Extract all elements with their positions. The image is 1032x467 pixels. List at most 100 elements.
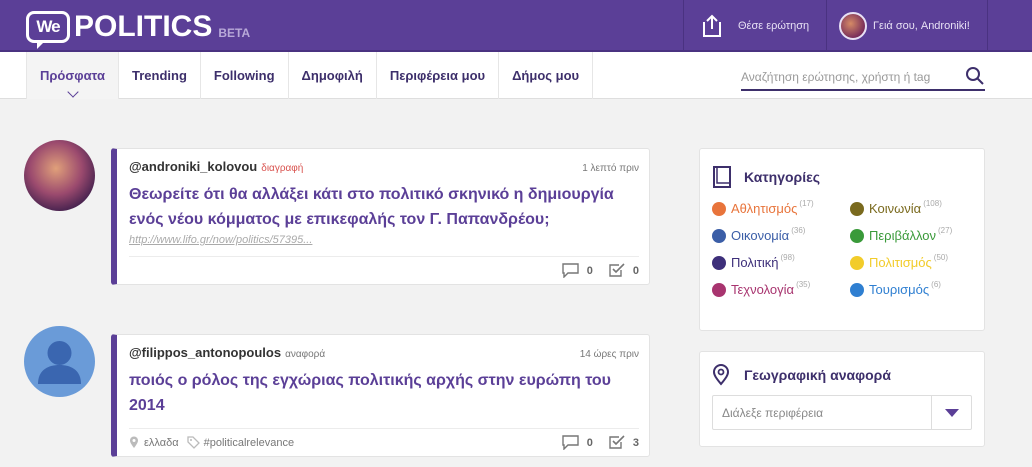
ask-question-button[interactable]: Θέσε ερώτηση	[683, 0, 826, 52]
post-time: 1 λεπτό πριν	[582, 163, 639, 174]
hashtag-label: #politicalrelevance	[203, 436, 295, 449]
tab-label: Δήμος μου	[512, 68, 580, 83]
post-header: @androniki_kolovou διαγραφή 1 λεπτό πριν	[117, 149, 649, 174]
document-icon	[713, 166, 731, 188]
category-dot	[712, 282, 726, 297]
tab-label: Following	[213, 68, 275, 83]
tab-label: Πρόσφατα	[40, 68, 105, 83]
category-technology[interactable]: Τεχνολογία (35)	[712, 280, 850, 297]
tab-following[interactable]: Following	[201, 52, 289, 99]
category-label: Τουρισμός	[869, 282, 930, 297]
post-footer: ελλαδα #politicalrelevance 0 3	[129, 428, 639, 456]
chevron-down-icon	[66, 86, 79, 98]
comment-icon	[562, 435, 579, 450]
author-avatar[interactable]	[24, 140, 95, 211]
location-pin-icon	[130, 436, 138, 448]
category-count: (17)	[799, 199, 814, 208]
site-logo[interactable]: We POLITICS BETA	[26, 8, 251, 49]
votes-stat[interactable]: 0	[609, 263, 639, 278]
upload-icon	[703, 14, 721, 37]
votes-stat[interactable]: 3	[609, 435, 639, 450]
logo-text: POLITICS	[74, 10, 213, 43]
post-footer: 0 0	[129, 256, 639, 284]
category-label: Κοινωνία	[869, 201, 922, 216]
geo-title: Γεωγραφική αναφορά	[744, 367, 891, 383]
category-count: (27)	[938, 226, 953, 235]
comments-stat[interactable]: 0	[562, 435, 593, 450]
categories-header: Κατηγορίες	[700, 149, 984, 193]
top-bar: We POLITICS BETA Θέσε ερώτηση Γειά σου, …	[0, 0, 1032, 52]
category-label: Πολιτική	[731, 255, 779, 270]
category-label: Τεχνολογία	[731, 282, 795, 297]
post-card: @filippos_antonopoulos αναφορά 14 ώρες π…	[111, 334, 650, 457]
category-dot	[850, 201, 864, 216]
geo-header: Γεωγραφική αναφορά	[700, 352, 984, 388]
post-link[interactable]: http://www.lifo.gr/now/politics/57395...	[117, 232, 649, 246]
feed-tabs: Πρόσφατα Trending Following Δημοφιλή Περ…	[26, 52, 594, 99]
category-count: (98)	[780, 253, 795, 262]
caret-down-icon	[944, 408, 959, 417]
logo-we: We	[36, 17, 60, 36]
category-economy[interactable]: Οικονομία (36)	[712, 226, 850, 243]
greeting-label: Γειά σου, Androniki!	[873, 20, 970, 32]
location-pin-icon	[712, 364, 730, 386]
search-icon[interactable]	[965, 66, 985, 86]
category-dot	[712, 255, 726, 270]
post-author[interactable]: @filippos_antonopoulos	[129, 345, 281, 360]
category-culture[interactable]: Πολιτισμός (50)	[850, 253, 980, 270]
user-menu[interactable]: Γειά σου, Androniki!	[826, 0, 988, 52]
category-politics[interactable]: Πολιτική (98)	[712, 253, 850, 270]
post-title[interactable]: ποιός ο ρόλος της εγχώριας πολιτικής αρχ…	[117, 360, 649, 418]
location-label: ελλαδα	[144, 436, 179, 449]
category-label: Περιβάλλον	[869, 228, 936, 243]
category-society[interactable]: Κοινωνία (108)	[850, 199, 980, 216]
category-dot	[712, 228, 726, 243]
region-select[interactable]: Διάλεξε περιφέρεια	[712, 395, 972, 430]
post-stats: 0 0	[546, 263, 639, 278]
search-input[interactable]	[741, 65, 955, 89]
default-user-icon	[38, 341, 81, 384]
checkbox-icon	[609, 263, 625, 277]
post-location[interactable]: ελλαδα	[129, 436, 179, 449]
category-count: (50)	[933, 253, 949, 262]
post-hashtag[interactable]: #politicalrelevance	[186, 436, 295, 449]
dropdown-arrow[interactable]	[931, 396, 971, 429]
comments-stat[interactable]: 0	[562, 263, 593, 278]
category-sports[interactable]: Αθλητισμός (17)	[712, 199, 850, 216]
user-avatar	[839, 12, 867, 40]
post-stats: 0 3	[546, 435, 639, 450]
category-count: (35)	[796, 280, 811, 289]
post-author[interactable]: @androniki_kolovou	[129, 159, 257, 174]
tag-icon	[186, 436, 200, 449]
category-dot	[850, 282, 864, 297]
categories-list: Αθλητισμός (17) Κοινωνία (108) Οικονομία (3…	[700, 199, 984, 297]
delete-link[interactable]: διαγραφή	[261, 163, 303, 174]
votes-count: 3	[632, 436, 639, 449]
category-count: (108)	[923, 199, 942, 208]
geo-panel: Γεωγραφική αναφορά Διάλεξε περιφέρεια	[699, 351, 985, 447]
tab-recent[interactable]: Πρόσφατα	[27, 52, 119, 99]
category-environment[interactable]: Περιβάλλον (27)	[850, 226, 980, 243]
category-label: Πολιτισμός	[869, 255, 932, 270]
category-dot	[850, 255, 864, 270]
report-link[interactable]: αναφορά	[285, 349, 325, 360]
tab-my-municipality[interactable]: Δήμος μου	[499, 52, 594, 99]
tab-label: Δημοφιλή	[301, 68, 363, 83]
beta-badge: BETA	[218, 26, 251, 40]
category-label: Αθλητισμός	[731, 201, 798, 216]
tab-popular[interactable]: Δημοφιλή	[289, 52, 377, 99]
author-avatar[interactable]	[24, 326, 95, 397]
tab-my-region[interactable]: Περιφέρεια μου	[377, 52, 500, 99]
tab-trending[interactable]: Trending	[119, 52, 201, 99]
search-box	[741, 65, 985, 91]
logo-bubble: We	[26, 11, 70, 49]
post-title[interactable]: Θεωρείτε ότι θα αλλάξει κάτι στο πολιτικ…	[117, 174, 649, 232]
categories-panel: Κατηγορίες Αθλητισμός (17) Κοινωνία (108) …	[699, 148, 985, 331]
ask-question-label: Θέσε ερώτηση	[738, 20, 810, 32]
post-header: @filippos_antonopoulos αναφορά 14 ώρες π…	[117, 335, 649, 360]
category-tourism[interactable]: Τουρισμός (6)	[850, 280, 980, 297]
category-label: Οικονομία	[731, 228, 790, 243]
votes-count: 0	[632, 264, 639, 277]
checkbox-icon	[609, 435, 625, 449]
tab-label: Trending	[132, 68, 187, 83]
